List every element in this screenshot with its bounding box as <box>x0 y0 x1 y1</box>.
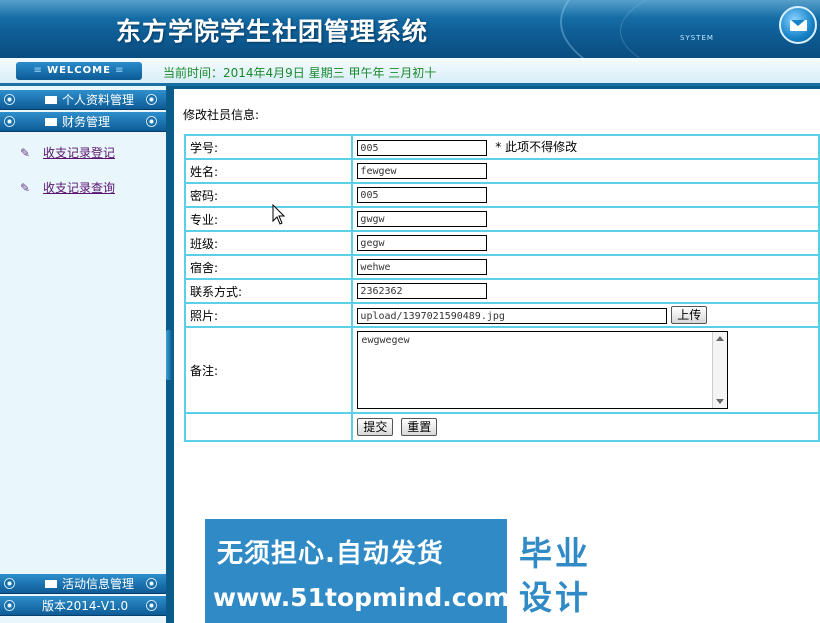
pencil-icon: ✎ <box>20 181 31 195</box>
sidebar-link-record-query[interactable]: ✎ 收支记录查询 <box>20 179 115 196</box>
current-time: 当前时间：2014年4月9日 星期三 甲午年 三月初十 <box>163 66 437 80</box>
field-cell: 上传 <box>351 302 820 328</box>
version-label: 版本2014-V1.0 <box>42 599 129 613</box>
sidebar-version: 版本2014-V1.0 <box>0 596 166 616</box>
link-label: 收支记录查询 <box>43 181 116 195</box>
mouse-cursor-icon <box>272 204 286 225</box>
field-cell: * 此项不得修改 <box>351 134 820 160</box>
banner-box-line-1: 毕业 <box>519 534 591 573</box>
sidebar-item-label: 个人资料管理 <box>62 93 135 107</box>
field-cell <box>351 278 820 304</box>
field-label: 联系方式: <box>183 278 354 304</box>
form-row-remark: 备注: ewgwegew <box>183 326 820 414</box>
field-cell <box>351 254 820 280</box>
sidebar-item-profile[interactable]: 个人资料管理 <box>0 90 166 110</box>
remark-textarea[interactable]: ewgwegew <box>357 331 729 409</box>
banner-url: www.51topmind.com <box>213 583 510 612</box>
ad-banner[interactable]: 无须担心.自动发货 www.51topmind.com 毕业 设计 <box>205 519 613 623</box>
field-cell <box>351 230 820 256</box>
knob-icon <box>146 94 157 105</box>
field-cell <box>351 158 820 184</box>
pencil-icon: ✎ <box>20 146 31 160</box>
sidebar-item-label: 活动信息管理 <box>62 577 135 591</box>
form-row-contact: 联系方式: <box>183 278 820 304</box>
password-input[interactable] <box>357 187 488 204</box>
section-title: 修改社员信息: <box>183 108 260 122</box>
form-row-actions: 提交 重置 <box>183 412 820 442</box>
mail-icon <box>45 118 57 126</box>
field-cell: ewgwegew <box>351 326 820 414</box>
field-label: 班级: <box>183 230 354 256</box>
form-row-photo: 照片: 上传 <box>183 302 820 328</box>
scroll-down-icon[interactable] <box>716 399 725 404</box>
field-label: 姓名: <box>183 158 354 184</box>
knob-icon <box>146 600 157 611</box>
field-cell <box>351 182 820 208</box>
envelope-glyph <box>790 20 807 31</box>
mail-icon[interactable] <box>779 6 817 44</box>
upload-button[interactable]: 上传 <box>671 306 708 324</box>
class-input[interactable] <box>357 235 488 252</box>
mail-icon <box>45 580 57 588</box>
knob-icon <box>146 116 157 127</box>
app-header: 东方学院学生社团管理系统 SYSTEM <box>0 0 820 58</box>
field-label: 学号: <box>183 134 354 160</box>
field-cell <box>351 206 820 232</box>
knob-icon <box>4 600 15 611</box>
knob-icon <box>4 116 15 127</box>
app-title: 东方学院学生社团管理系统 <box>116 17 429 46</box>
submit-button[interactable]: 提交 <box>357 418 394 436</box>
form-row-name: 姓名: <box>183 158 820 184</box>
field-label: 专业: <box>183 206 354 232</box>
time-bar: ≡ WELCOME ≡ 当前时间：2014年4月9日 星期三 甲午年 三月初十 <box>0 58 820 86</box>
knob-icon <box>4 578 15 589</box>
form-row-class: 班级: <box>183 230 820 256</box>
field-label: 备注: <box>183 326 354 414</box>
form-row-dorm: 宿舍: <box>183 254 820 280</box>
field-label: 宿舍: <box>183 254 354 280</box>
remark-text: ewgwegew <box>361 335 410 346</box>
member-edit-form: 学号: * 此项不得修改 姓名: 密码: 专业: 班级: 宿舍: 联系方式: <box>183 134 820 442</box>
student-id-input[interactable] <box>357 140 488 157</box>
dorm-input[interactable] <box>357 259 488 276</box>
name-input[interactable] <box>357 163 488 180</box>
welcome-label: WELCOME <box>47 65 111 76</box>
empty-cell <box>183 412 354 442</box>
sidebar-item-label: 财务管理 <box>62 115 111 129</box>
reset-button[interactable]: 重置 <box>401 418 438 436</box>
photo-path-input[interactable] <box>357 308 668 324</box>
actions-cell: 提交 重置 <box>351 412 820 442</box>
sidebar: 个人资料管理 财务管理 ✎ 收支记录登记 ✎ 收支记录查询 活动信息管理 版本201… <box>0 86 166 623</box>
knob-icon <box>4 94 15 105</box>
sidebar-link-record-entry[interactable]: ✎ 收支记录登记 <box>20 144 115 161</box>
welcome-badge: ≡ WELCOME ≡ <box>16 62 142 80</box>
textarea-scrollbar[interactable] <box>712 332 728 408</box>
scroll-up-icon[interactable] <box>716 336 725 341</box>
form-row-student-id: 学号: * 此项不得修改 <box>183 134 820 160</box>
sidebar-toggle-handle[interactable] <box>166 330 172 380</box>
banner-box-line-2: 设计 <box>519 578 591 617</box>
link-label: 收支记录登记 <box>43 146 116 160</box>
field-label: 照片: <box>183 302 354 328</box>
knob-icon <box>146 578 157 589</box>
mail-icon <box>45 96 57 104</box>
system-tag: SYSTEM <box>680 34 714 42</box>
field-label: 密码: <box>183 182 354 208</box>
contact-input[interactable] <box>357 283 488 300</box>
sidebar-item-finance[interactable]: 财务管理 <box>0 112 166 132</box>
major-input[interactable] <box>357 211 488 228</box>
readonly-note: * 此项不得修改 <box>495 139 578 154</box>
banner-line-1: 无须担心.自动发货 <box>217 539 444 569</box>
sidebar-item-activity[interactable]: 活动信息管理 <box>0 574 166 594</box>
